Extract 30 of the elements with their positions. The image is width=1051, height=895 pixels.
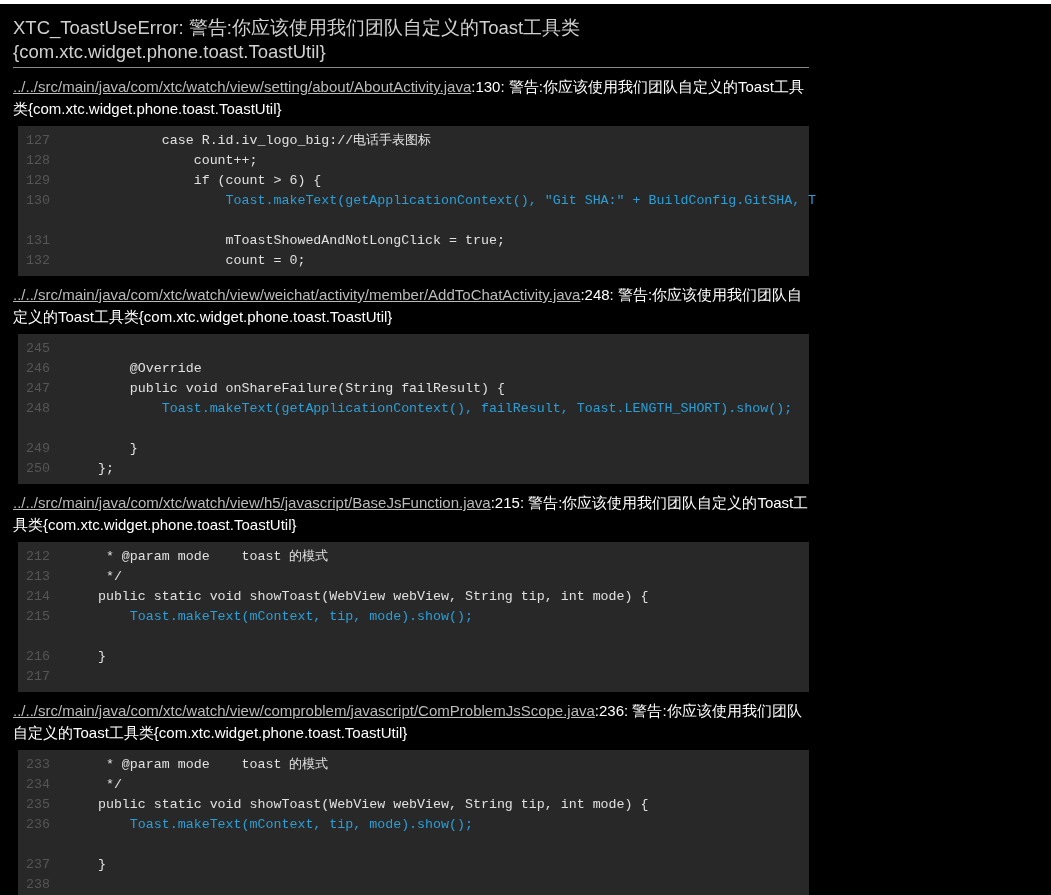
code-line: }; [96, 460, 114, 478]
code-line: @Override [128, 360, 202, 378]
code-line: * @param mode toast 的模式 [104, 756, 329, 774]
code-line: } [128, 440, 138, 458]
code-line: public static void showToast(WebView webView, String tip, int mode) { [96, 588, 649, 606]
highlighted-code-line: Toast.makeText(mContext, tip, mode).show(); [128, 816, 473, 834]
code-line: * @param mode toast 的模式 [104, 548, 329, 566]
code-line: } [96, 856, 106, 874]
issue-message: ../../src/main/java/com/xtc/watch/view/weichat/activity/member/AddToChatActivity.java:248: 警告:你应该使用我们团队自定义的Toast工具类{com.xtc.widget.phone.toast.ToastUtil} [13, 285, 804, 327]
code-line: */ [104, 776, 122, 794]
issue-message: ../../src/main/java/com/xtc/watch/view/h5/javascript/BaseJsFunction.java:215: 警告:你应该使用我们团队自定义的Toast工具类{com.xtc.widget.phone.toast.ToastUtil} [13, 493, 809, 535]
code-line: public static void showToast(WebView webView, String tip, int mode) { [96, 796, 649, 814]
code-line: count = 0; [224, 252, 306, 270]
code-line: mToastShowedAndNotLongClick = true; [224, 232, 505, 250]
issue-message: ../../src/main/java/com/xtc/watch/view/comproblem/javascript/ComProblemJsScope.java:236: 警告:你应该使用我们团队自定义的Toast工具类{com.xtc.widget.phone.toast.ToastUtil} [13, 701, 803, 743]
file-link[interactable]: ../../src/main/java/com/xtc/watch/view/weichat/activity/member/AddToChatActivity.java [13, 286, 581, 303]
code-line: */ [104, 568, 122, 586]
code-line: } [96, 648, 106, 666]
code-line: case R.id.iv_logo_big://电话手表图标 [160, 132, 432, 150]
issue-message: ../../src/main/java/com/xtc/watch/view/setting/about/AboutActivity.java:130: 警告:你应该使用我们团队自定义的Toast工具类{com.xtc.widget.phone.toast.ToastUtil} [13, 77, 805, 119]
file-link[interactable]: ../../src/main/java/com/xtc/watch/view/setting/about/AboutActivity.java [13, 78, 472, 95]
code-line: public void onShareFailure(String failResult) { [128, 380, 505, 398]
code-line: count++; [192, 152, 258, 170]
code-line: if (count > 6) { [192, 172, 322, 190]
highlighted-code-line: Toast.makeText(getApplicationContext(), "Git SHA:" + BuildConfig.GitSHA, T [224, 192, 817, 210]
report-title: XTC_ToastUseError: 警告:你应该使用我们团队自定义的Toast工具类{com.xtc.widget.phone.toast.ToastUtil} [13, 16, 809, 68]
file-link[interactable]: ../../src/main/java/com/xtc/watch/view/h5/javascript/BaseJsFunction.java [13, 494, 491, 511]
highlighted-code-line: Toast.makeText(getApplicationContext(), failResult, Toast.LENGTH_SHORT).show(); [160, 400, 793, 418]
highlighted-code-line: Toast.makeText(mContext, tip, mode).show(); [128, 608, 473, 626]
file-link[interactable]: ../../src/main/java/com/xtc/watch/view/comproblem/javascript/ComProblemJsScope.java [13, 702, 595, 719]
